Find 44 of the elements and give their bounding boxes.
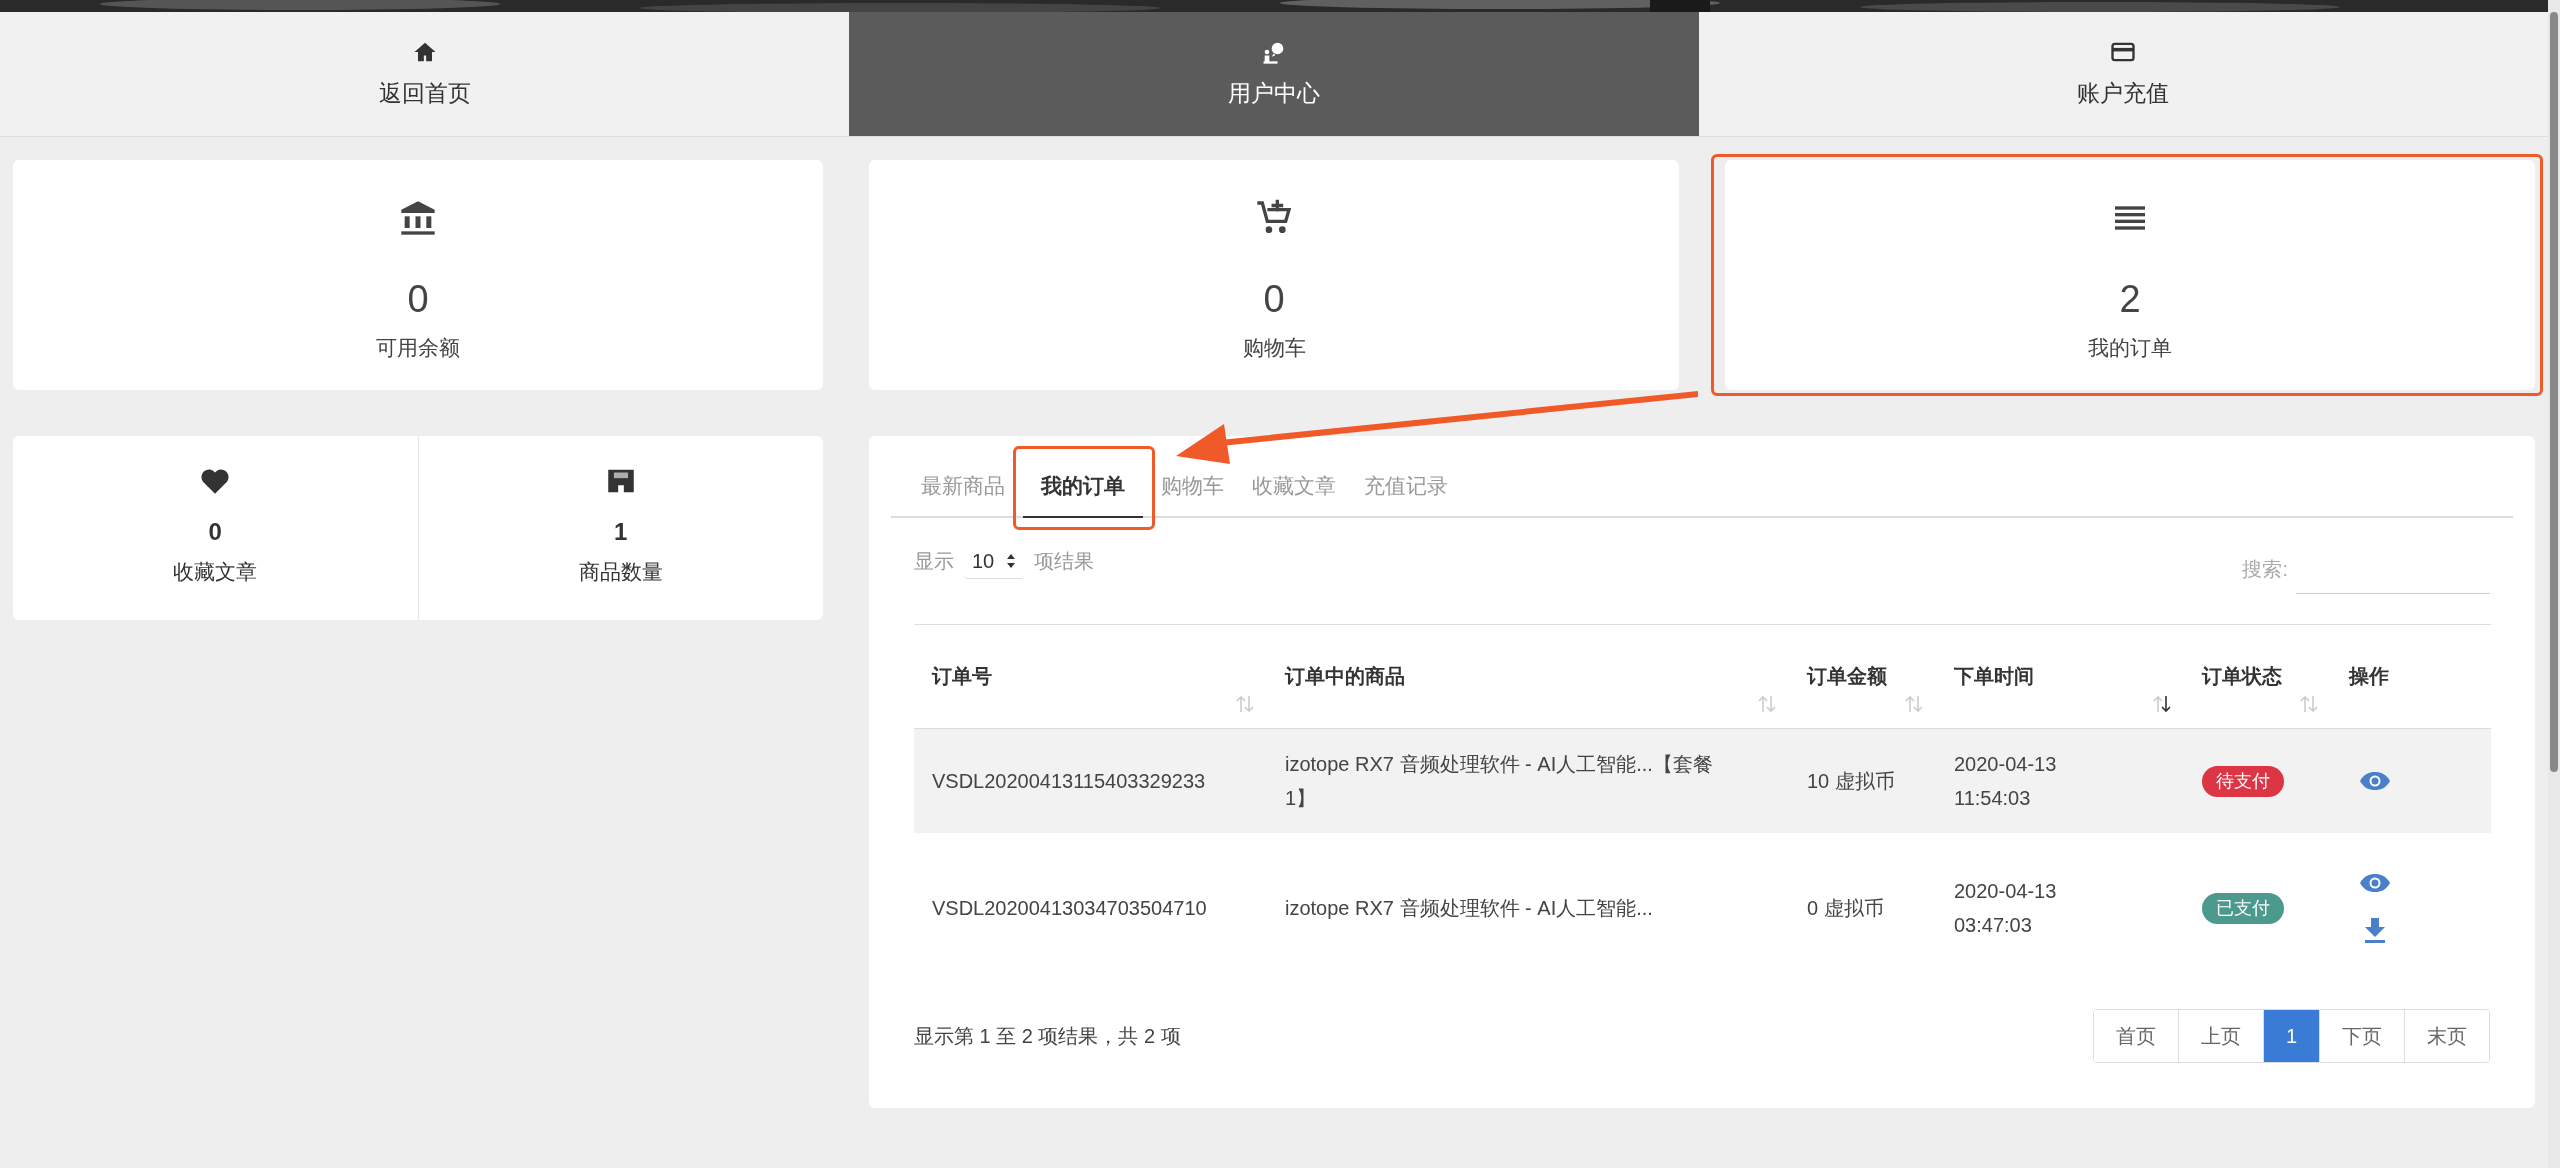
- column-header[interactable]: 下单时间: [1936, 624, 2184, 728]
- page-length-select[interactable]: 10: [964, 543, 1025, 579]
- length-label: 显示: [914, 549, 954, 574]
- stat-label: 可用余额: [376, 335, 460, 361]
- column-header[interactable]: 订单号: [914, 624, 1267, 728]
- column-header[interactable]: 订单状态: [2184, 624, 2331, 728]
- nav-tab[interactable]: 用户中心: [849, 12, 1699, 136]
- column-header[interactable]: 订单中的商品: [1267, 624, 1789, 728]
- download-icon[interactable]: [2363, 917, 2387, 943]
- search-label: 搜索:: [2242, 556, 2288, 582]
- table-cell: 2020-04-13 03:47:03: [1936, 833, 2184, 983]
- sort-caret-icon: [1006, 552, 1017, 569]
- status-badge: 已支付: [2202, 893, 2284, 924]
- table-cell: 0 虚拟币: [1789, 833, 1936, 983]
- stat-value: 1: [614, 520, 628, 544]
- table-cell: izotope RX7 音频处理软件 - AI人工智能...: [1267, 833, 1789, 983]
- table-cell: izotope RX7 音频处理软件 - AI人工智能...【套餐1】: [1267, 728, 1789, 833]
- stat-label: 收藏文章: [173, 559, 258, 585]
- stat-value: 2: [2119, 280, 2141, 318]
- scrollbar[interactable]: [2548, 0, 2560, 1168]
- stat-value: 0: [407, 280, 429, 318]
- table-info: 显示第 1 至 2 项结果，共 2 项: [914, 1024, 1181, 1049]
- table-cell: VSDL20200413115403329233: [914, 728, 1267, 833]
- table-cell: VSDL20200413034703504710: [914, 833, 1267, 983]
- table-cell: 10 虚拟币: [1789, 728, 1936, 833]
- eye-icon[interactable]: [2359, 770, 2391, 791]
- page-button[interactable]: 末页: [2404, 1010, 2489, 1062]
- stat-card[interactable]: 0 购物车: [869, 160, 1679, 390]
- stat-value: 0: [1263, 280, 1285, 318]
- column-header: 操作: [2331, 624, 2491, 728]
- stat-card[interactable]: 2 我的订单: [1725, 160, 2535, 390]
- length-label: 项结果: [1034, 549, 1095, 574]
- stat-label: 商品数量: [578, 559, 663, 585]
- stat-label: 购物车: [1242, 335, 1306, 361]
- column-header[interactable]: 订单金额: [1789, 624, 1936, 728]
- panel-tab[interactable]: 我的订单: [1023, 456, 1143, 518]
- page-button[interactable]: 1: [2262, 1010, 2319, 1062]
- stat-value: 0: [208, 520, 222, 544]
- stat-card[interactable]: 0 可用余额: [13, 160, 823, 390]
- status-badge: 待支付: [2202, 765, 2284, 797]
- table-cell: 2020-04-13 11:54:03: [1936, 728, 2184, 833]
- eye-icon[interactable]: [2359, 873, 2391, 893]
- stat-label: 我的订单: [2088, 335, 2172, 361]
- sort-icon[interactable]: [2152, 693, 2172, 714]
